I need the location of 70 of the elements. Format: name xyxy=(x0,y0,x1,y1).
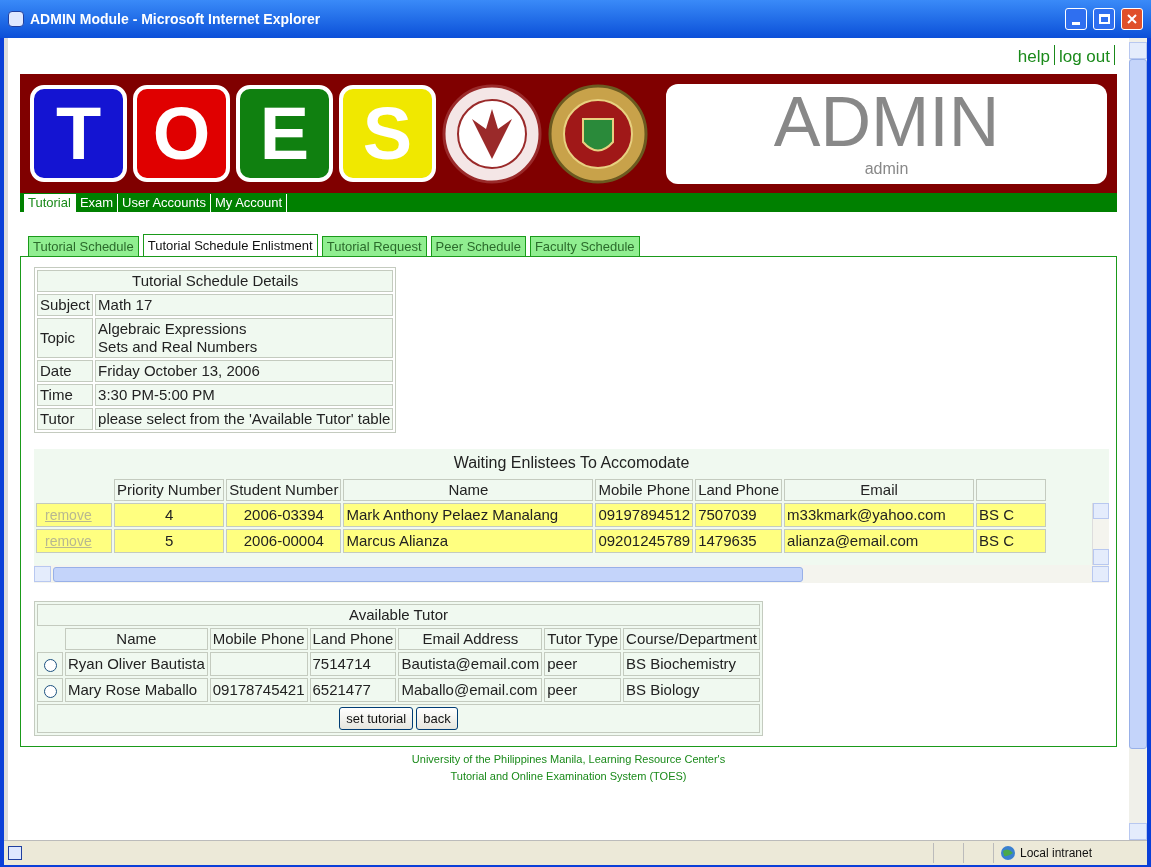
banner-subtitle: admin xyxy=(864,158,909,179)
table-cell: Subject xyxy=(37,294,94,316)
table-cell: please select from the 'Available Tutor' table xyxy=(95,408,394,430)
sub-tab[interactable]: Faculty Schedule xyxy=(529,236,640,256)
footer-text: Tutorial and Online Examination System (TOES) xyxy=(450,769,687,784)
sub-tab[interactable]: Tutorial Schedule xyxy=(28,236,139,256)
column-header: Email Address xyxy=(398,628,543,650)
table-cell: 4 xyxy=(114,503,225,527)
form-button[interactable]: set tutorial xyxy=(339,707,414,730)
table-cell: BS C xyxy=(976,529,1047,553)
sub-tab[interactable]: Peer Schedule xyxy=(430,236,526,256)
window-title: ADMIN Module - Microsoft Internet Explorer xyxy=(30,9,322,29)
table-cell: alianza@email.com xyxy=(784,529,975,553)
column-header: Priority Number xyxy=(114,479,225,501)
table-cell: Maballo@email.com xyxy=(398,678,543,702)
table-title: Available Tutor xyxy=(37,604,760,626)
main-tab[interactable]: Tutorial xyxy=(24,194,76,212)
table-cell: 09201245789 xyxy=(595,529,694,553)
logo-tile: S xyxy=(339,85,436,182)
table-cell: 6521477 xyxy=(309,678,397,702)
table-cell: 1479635 xyxy=(695,529,783,553)
table-cell: peer xyxy=(544,652,622,676)
table-cell: Mary Rose Maballo xyxy=(65,678,208,702)
table-title: Tutorial Schedule Details xyxy=(37,270,394,292)
table-cell: 7507039 xyxy=(695,503,783,527)
column-header: Email xyxy=(784,479,975,501)
column-header: Land Phone xyxy=(309,628,397,650)
table-cell: 2006-00004 xyxy=(226,529,342,553)
table-cell: Friday October 13, 2006 xyxy=(95,360,394,382)
table-cell: Bautista@email.com xyxy=(398,652,543,676)
table-cell: Time xyxy=(37,384,94,406)
column-header: Name xyxy=(343,479,594,501)
table-cell: Tutor xyxy=(37,408,94,430)
top-link[interactable]: log out xyxy=(1058,44,1110,74)
table-cell: peer xyxy=(544,678,622,702)
table-cell: 3:30 PM-5:00 PM xyxy=(95,384,394,406)
table-cell: 09197894512 xyxy=(595,503,694,527)
logo-tile: T xyxy=(30,85,127,182)
table-cell: Math 17 xyxy=(95,294,394,316)
table-cell: BS Biochemistry xyxy=(623,652,760,676)
table-cell: BS C xyxy=(976,503,1047,527)
column-header: Student Number xyxy=(226,479,342,501)
top-link[interactable]: help xyxy=(1017,44,1050,74)
column-header: Course/Department xyxy=(623,628,760,650)
table-cell: Algebraic Expressions Sets and Real Numbers xyxy=(95,318,394,358)
zone-label: Local intranet xyxy=(1020,845,1093,862)
table-cell: 7514714 xyxy=(309,652,397,676)
table-cell: 09178745421 xyxy=(209,678,308,702)
table-title: Waiting Enlistees To Accomodate xyxy=(452,453,691,473)
table-cell: m33kmark@yahoo.com xyxy=(784,503,975,527)
logo-tile: O xyxy=(133,85,230,182)
column-header: Mobile Phone xyxy=(595,479,694,501)
table-cell: Marcus Alianza xyxy=(343,529,594,553)
sub-tab[interactable]: Tutorial Schedule Enlistment xyxy=(142,234,318,256)
column-header: Mobile Phone xyxy=(209,628,308,650)
sub-tab[interactable]: Tutorial Request xyxy=(321,236,427,256)
footer-text: University of the Philippines Manila, Learning Resource Center's xyxy=(411,752,726,767)
logo-tile: E xyxy=(236,85,333,182)
table-cell: Topic xyxy=(37,318,94,358)
table-cell: Date xyxy=(37,360,94,382)
column-header: Tutor Type xyxy=(544,628,622,650)
form-button[interactable]: back xyxy=(416,707,458,730)
column-header: Land Phone xyxy=(695,479,783,501)
table-cell: Ryan Oliver Bautista xyxy=(65,652,208,676)
table-cell: 2006-03394 xyxy=(226,503,342,527)
table-cell: 5 xyxy=(114,529,225,553)
banner-title: ADMIN xyxy=(773,86,1000,157)
table-cell: Mark Anthony Pelaez Manalang xyxy=(343,503,594,527)
column-header: Name xyxy=(65,628,208,650)
table-cell: BS Biology xyxy=(623,678,760,702)
